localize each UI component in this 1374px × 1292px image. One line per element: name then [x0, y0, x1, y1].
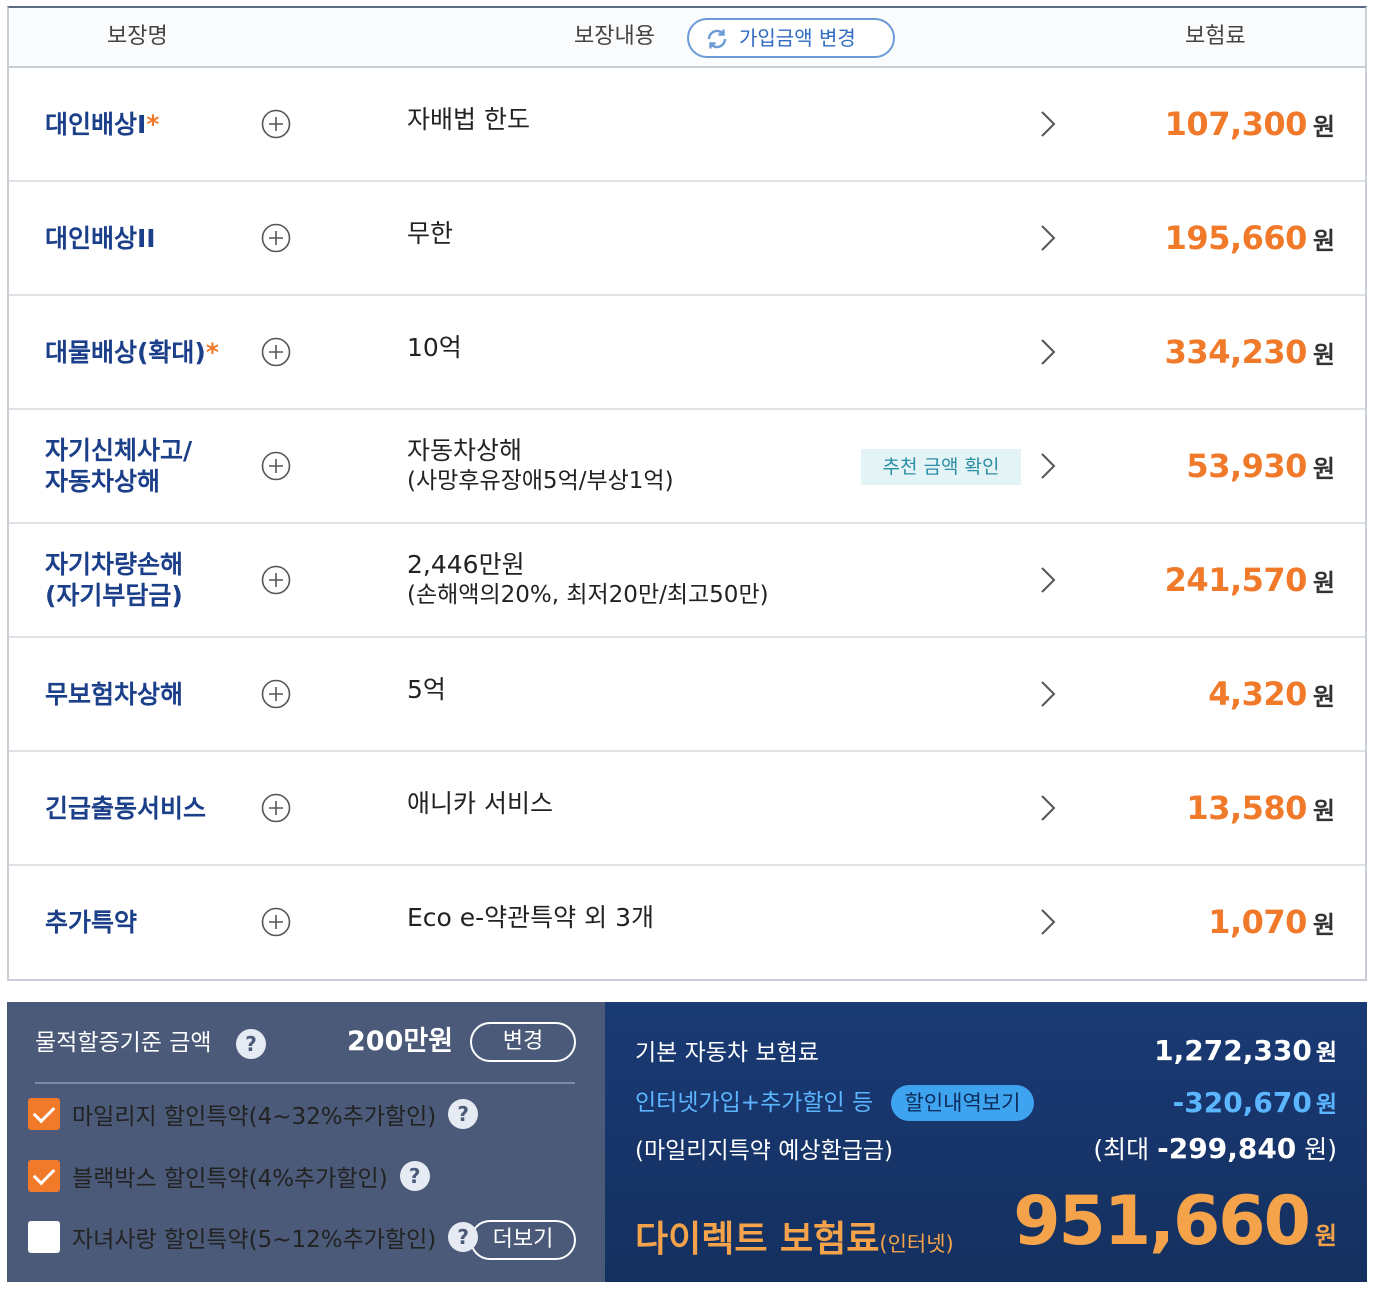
chevron-right-icon[interactable] — [1037, 906, 1059, 938]
coverage-name[interactable]: 자기신체사고/ 자동차상해 — [45, 410, 255, 522]
blackbox-discount-option: 블랙박스 할인특약(4%추가할인) ? — [28, 1159, 430, 1193]
chevron-right-icon[interactable] — [1037, 108, 1059, 140]
threshold-value: 200만원 — [347, 1026, 454, 1057]
discount-details-button[interactable]: 할인내역보기 — [890, 1085, 1035, 1122]
required-mark: * — [146, 109, 160, 139]
header-premium: 보험료 — [1185, 24, 1246, 49]
final-premium-label: 다이렉트 보험료(인터넷) — [635, 1219, 954, 1260]
table-row: 추가특약 Eco e-약관특약 외 3개 1,070 원 — [9, 866, 1365, 980]
threshold-label: 물적할증기준 금액 — [35, 1030, 212, 1056]
chevron-right-icon[interactable] — [1037, 564, 1059, 596]
chevron-right-icon[interactable] — [1037, 222, 1059, 254]
coverage-content: Eco e-약관특약 외 3개 — [407, 903, 654, 932]
premium: 334,230 원 — [1164, 333, 1335, 371]
table-row: 대인배상I * 자배법 한도 107,300 원 — [9, 68, 1365, 182]
plus-circle-icon[interactable] — [261, 451, 291, 481]
plus-circle-icon[interactable] — [261, 565, 291, 595]
more-button[interactable]: 더보기 — [470, 1220, 576, 1260]
final-premium-value: 951,660 원 — [1013, 1182, 1337, 1261]
base-premium-value: 1,272,330 원 — [1154, 1034, 1337, 1067]
coverage-name[interactable]: 대물배상(확대) * — [45, 296, 255, 408]
coverage-name[interactable]: 추가특약 — [45, 866, 255, 978]
discount-label: 인터넷가입+추가할인 등 — [635, 1089, 874, 1116]
table-row: 무보험차상해 5억 4,320 원 — [9, 638, 1365, 752]
mileage-discount-option: 마일리지 할인특약(4~32%추가할인) ? — [28, 1097, 479, 1131]
plus-circle-icon[interactable] — [261, 337, 291, 367]
blackbox-discount-checkbox[interactable] — [28, 1160, 60, 1192]
coverage-name[interactable]: 대인배상II — [45, 182, 255, 294]
coverage-table: 보장명 보장내용 가입금액 변경 보험료 대인배상I * 자배법 한도 107,3… — [7, 6, 1367, 981]
coverage-content: 애니카 서비스 — [407, 789, 553, 818]
header-coverage-content: 보장내용 — [574, 24, 655, 49]
coverage-content: 자배법 한도 — [407, 105, 530, 134]
mileage-refund-label: (마일리지특약 예상환급금) — [635, 1138, 894, 1164]
plus-circle-icon[interactable] — [261, 223, 291, 253]
plus-circle-icon[interactable] — [261, 679, 291, 709]
coverage-content: 5억 — [407, 675, 446, 704]
coverage-content: 무한 — [407, 219, 454, 248]
plus-circle-icon[interactable] — [261, 907, 291, 937]
table-row: 긴급출동서비스 애니카 서비스 13,580 원 — [9, 752, 1365, 866]
required-mark: * — [205, 337, 219, 367]
refresh-icon — [707, 29, 727, 49]
header-coverage-name: 보장명 — [107, 24, 168, 49]
table-row: 자기신체사고/ 자동차상해 자동차상해 (사망후유장애5억/부상1억) 추천 금… — [9, 410, 1365, 524]
plus-circle-icon[interactable] — [261, 793, 291, 823]
change-amount-button[interactable]: 가입금액 변경 — [687, 18, 895, 58]
premium: 53,930 원 — [1186, 447, 1335, 485]
help-icon[interactable]: ? — [448, 1099, 479, 1129]
coverage-name[interactable]: 대인배상I * — [45, 68, 255, 180]
help-icon[interactable]: ? — [448, 1222, 479, 1252]
change-amount-label: 가입금액 변경 — [739, 26, 856, 50]
chevron-right-icon[interactable] — [1037, 450, 1059, 482]
premium: 4,320 원 — [1208, 675, 1335, 713]
discount-label-group: 인터넷가입+추가할인 등 할인내역보기 — [635, 1083, 1035, 1122]
coverage-name[interactable]: 긴급출동서비스 — [45, 752, 255, 864]
table-row: 대인배상II 무한 195,660 원 — [9, 182, 1365, 296]
child-discount-label: 자녀사랑 할인특약(5~12%추가할인) — [72, 1227, 437, 1253]
table-header: 보장명 보장내용 가입금액 변경 보험료 — [9, 8, 1365, 68]
mileage-discount-label: 마일리지 할인특약(4~32%추가할인) — [72, 1104, 437, 1130]
plus-circle-icon[interactable] — [261, 109, 291, 139]
help-icon[interactable]: ? — [236, 1029, 266, 1059]
coverage-content: 2,446만원 (손해액의20%, 최저20만/최고50만) — [407, 550, 769, 608]
divider — [35, 1082, 575, 1084]
child-discount-option: 자녀사랑 할인특약(5~12%추가할인) ? — [28, 1220, 479, 1254]
chevron-right-icon[interactable] — [1037, 792, 1059, 824]
table-row: 자기차량손해 (자기부담금) 2,446만원 (손해액의20%, 최저20만/최… — [9, 524, 1365, 638]
coverage-name[interactable]: 무보험차상해 — [45, 638, 255, 750]
chevron-right-icon[interactable] — [1037, 678, 1059, 710]
coverage-name[interactable]: 자기차량손해 (자기부담금) — [45, 524, 255, 636]
premium-summary-panel: 기본 자동차 보험료 1,272,330 원 인터넷가입+추가할인 등 할인내역보… — [605, 1002, 1367, 1282]
blackbox-discount-label: 블랙박스 할인특약(4%추가할인) — [72, 1166, 388, 1192]
mileage-refund-row: (마일리지특약 예상환급금) (최대 -299,840 원) — [635, 1128, 1337, 1168]
premium: 241,570 원 — [1164, 561, 1335, 599]
premium: 1,070 원 — [1208, 903, 1335, 941]
help-icon[interactable]: ? — [399, 1161, 430, 1191]
premium: 195,660 원 — [1164, 219, 1335, 257]
premium: 13,580 원 — [1186, 789, 1335, 827]
coverage-content: 10억 — [407, 333, 462, 362]
base-premium-label: 기본 자동차 보험료 — [635, 1040, 819, 1066]
recommend-amount-button[interactable]: 추천 금액 확인 — [861, 449, 1021, 485]
mileage-refund-value: (최대 -299,840 원) — [1093, 1132, 1337, 1165]
chevron-right-icon[interactable] — [1037, 336, 1059, 368]
threshold-change-button[interactable]: 변경 — [470, 1022, 576, 1062]
child-discount-checkbox[interactable] — [28, 1221, 60, 1253]
base-premium-row: 기본 자동차 보험료 1,272,330 원 — [635, 1030, 1337, 1070]
mileage-discount-checkbox[interactable] — [28, 1098, 60, 1130]
premium: 107,300 원 — [1164, 105, 1335, 143]
discount-value: -320,670 원 — [1172, 1086, 1337, 1119]
table-row: 대물배상(확대) * 10억 334,230 원 — [9, 296, 1365, 410]
discount-row: 인터넷가입+추가할인 등 할인내역보기 -320,670 원 — [635, 1082, 1337, 1122]
